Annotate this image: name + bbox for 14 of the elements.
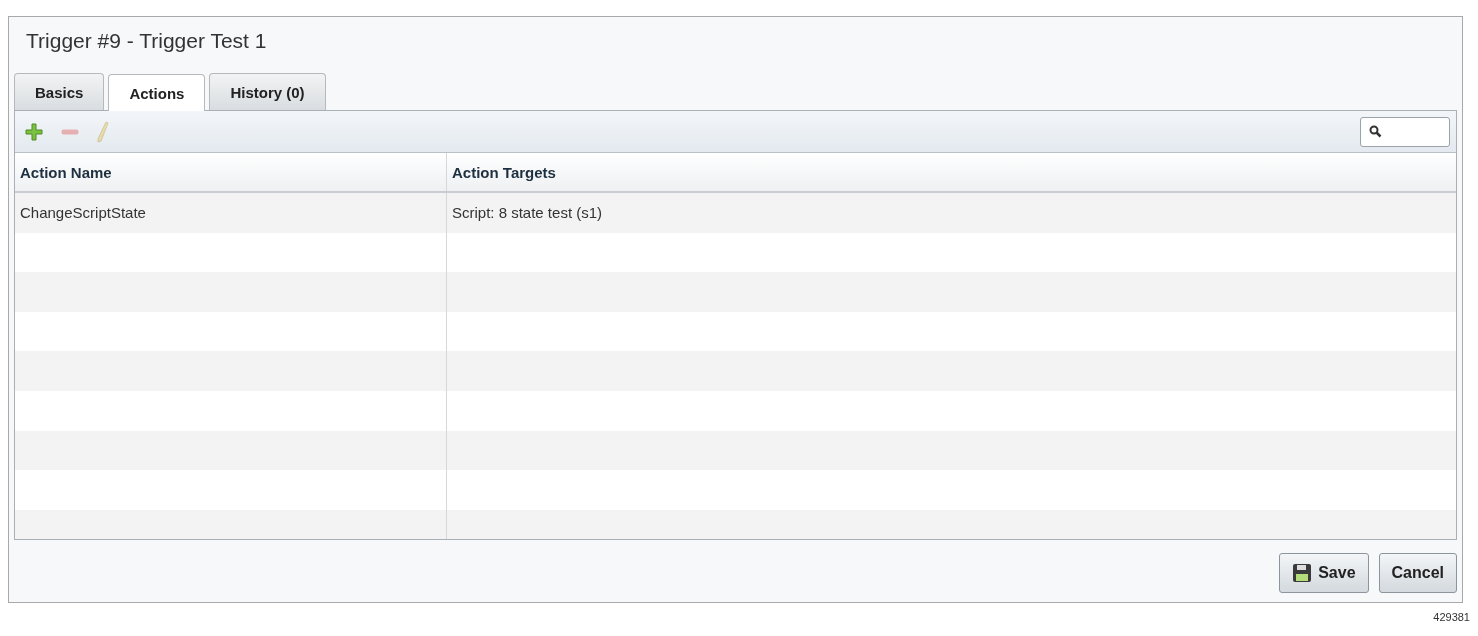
table-cell: ChangeScriptState	[15, 193, 447, 233]
table-cell-text: Script: 8 state test (s1)	[451, 203, 604, 224]
tab[interactable]: History (0)	[209, 73, 326, 110]
tab[interactable]: Actions	[108, 74, 206, 111]
figure-number: 429381	[1433, 611, 1470, 623]
search-icon	[1369, 125, 1382, 138]
save-button[interactable]: Save	[1279, 553, 1369, 593]
add-icon[interactable]	[25, 122, 43, 141]
column-header[interactable]: Action Name	[15, 153, 447, 191]
tab[interactable]: Basics	[14, 73, 105, 110]
window-title: Trigger #9 - Trigger Test 1	[25, 28, 268, 54]
search-field[interactable]	[1360, 116, 1450, 147]
column-header[interactable]: Action Targets	[447, 153, 1456, 191]
cancel-button[interactable]: Cancel	[1378, 553, 1457, 593]
